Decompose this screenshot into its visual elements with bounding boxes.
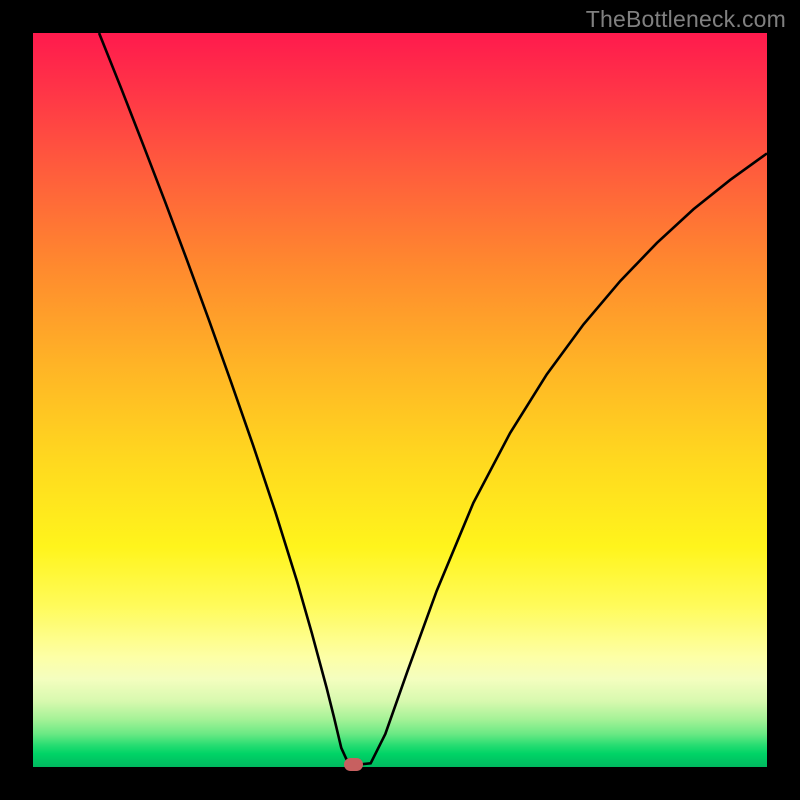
watermark-text: TheBottleneck.com bbox=[586, 6, 786, 33]
curve-svg bbox=[0, 0, 800, 800]
bottleneck-curve bbox=[99, 33, 767, 764]
chart-frame: TheBottleneck.com bbox=[0, 0, 800, 800]
